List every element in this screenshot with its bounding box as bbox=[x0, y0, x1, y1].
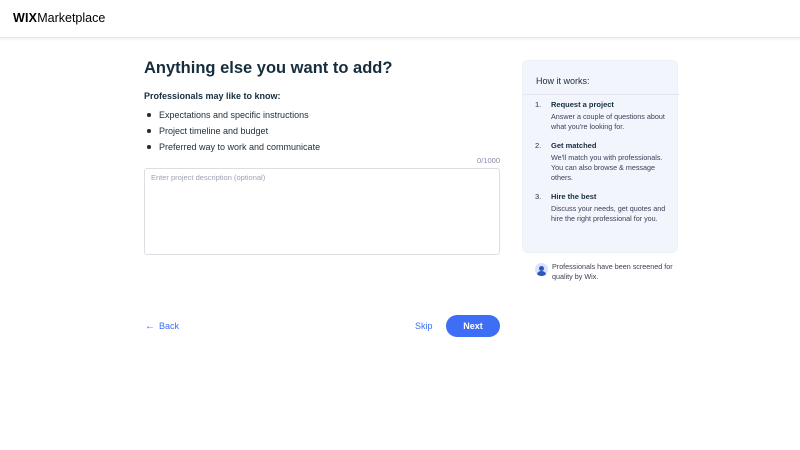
step-text: We'll match you with professionals. You … bbox=[551, 153, 663, 182]
tips-subtitle: Professionals may like to know: bbox=[144, 91, 281, 101]
project-description-input[interactable] bbox=[144, 168, 500, 255]
step-number: 1. bbox=[535, 100, 542, 109]
step-text: Answer a couple of questions about what … bbox=[551, 112, 665, 131]
top-bar: WIXMarketplace bbox=[0, 0, 800, 38]
card-divider bbox=[523, 94, 679, 95]
back-button[interactable]: ← Back bbox=[145, 321, 179, 332]
step-heading: Hire the best bbox=[551, 192, 597, 201]
step-heading: Request a project bbox=[551, 100, 614, 109]
verified-professional-icon bbox=[535, 263, 548, 276]
how-it-works-card: How it works: 1. Request a project Answe… bbox=[522, 60, 679, 253]
step-number: 2. bbox=[535, 141, 542, 150]
step-heading: Get matched bbox=[551, 141, 597, 150]
step-text: Discuss your needs, get quotes and hire … bbox=[551, 204, 666, 223]
character-counter: 0/1000 bbox=[477, 156, 500, 165]
tip-item: Expectations and specific instructions bbox=[144, 109, 320, 125]
project-details-form: Anything else you want to add? Professio… bbox=[144, 58, 500, 255]
logo-brand: WIX bbox=[13, 11, 38, 25]
tip-item: Preferred way to work and communicate bbox=[144, 141, 320, 157]
skip-button[interactable]: Skip bbox=[415, 321, 433, 331]
page-title: Anything else you want to add? bbox=[144, 59, 393, 77]
back-label: Back bbox=[159, 321, 180, 331]
tip-item: Project timeline and budget bbox=[144, 125, 320, 141]
logo-product: Marketplace bbox=[37, 11, 106, 25]
arrow-left-icon: ← bbox=[145, 321, 155, 332]
tips-list: Expectations and specific instructions P… bbox=[144, 109, 320, 157]
how-it-works-title: How it works: bbox=[536, 76, 590, 86]
next-button[interactable]: Next bbox=[446, 315, 500, 337]
screened-text: Professionals have been screened for qua… bbox=[552, 262, 673, 281]
step-number: 3. bbox=[535, 192, 542, 201]
wix-marketplace-logo[interactable]: WIXMarketplace bbox=[13, 11, 105, 25]
